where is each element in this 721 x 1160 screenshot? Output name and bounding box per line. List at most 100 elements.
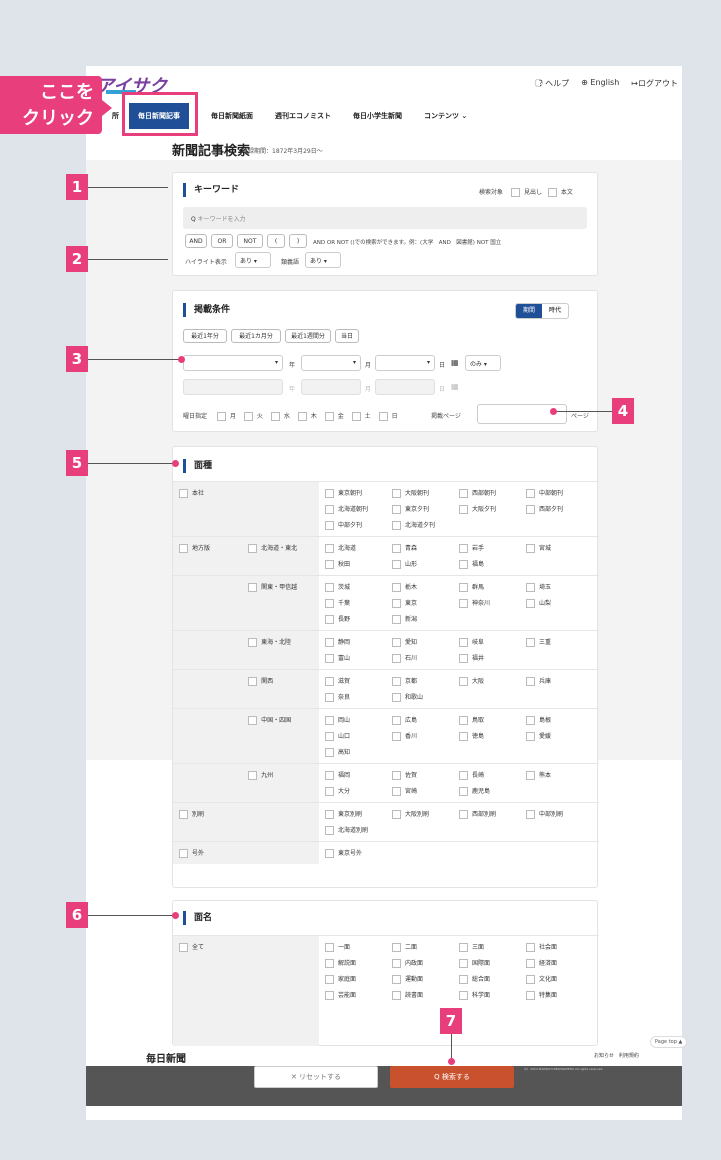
checkbox[interactable]: [325, 771, 334, 780]
area-item[interactable]: 東京号外: [325, 848, 392, 858]
checkbox[interactable]: [459, 943, 468, 952]
checkbox[interactable]: [526, 638, 535, 647]
checkbox[interactable]: [459, 505, 468, 514]
area-item[interactable]: 石川: [392, 653, 459, 663]
men-item[interactable]: 社会面: [526, 942, 593, 952]
area-item[interactable]: 香川: [392, 731, 459, 741]
area-item[interactable]: 東京夕刊: [392, 504, 459, 514]
area-item[interactable]: 福井: [459, 653, 526, 663]
men-item[interactable]: 科学面: [459, 990, 526, 1000]
checkbox[interactable]: [325, 693, 334, 702]
men-item[interactable]: 経済面: [526, 958, 593, 968]
checkbox[interactable]: [392, 693, 401, 702]
area-item[interactable]: 大阪朝刊: [392, 488, 459, 498]
checkbox[interactable]: [526, 771, 535, 780]
checkbox[interactable]: [526, 810, 535, 819]
checkbox[interactable]: [526, 677, 535, 686]
checkbox[interactable]: [392, 943, 401, 952]
checkbox[interactable]: [392, 599, 401, 608]
men-item[interactable]: 国際面: [459, 958, 526, 968]
checkbox[interactable]: [392, 732, 401, 741]
area-item[interactable]: 山形: [392, 559, 459, 569]
men-item[interactable]: 芸能面: [325, 990, 392, 1000]
area-item[interactable]: 大阪夕刊: [459, 504, 526, 514]
checkbox[interactable]: [392, 810, 401, 819]
area-item[interactable]: 栃木: [392, 582, 459, 592]
era-tab[interactable]: 時代: [542, 304, 568, 318]
or-button[interactable]: OR: [211, 234, 233, 248]
area-item[interactable]: 徳島: [459, 731, 526, 741]
end-day-select[interactable]: [375, 379, 435, 395]
checkbox[interactable]: [510, 188, 520, 197]
area-item[interactable]: 大阪: [459, 676, 526, 686]
area-item[interactable]: 福島: [459, 559, 526, 569]
area-item[interactable]: 愛知: [392, 637, 459, 647]
checkbox[interactable]: [392, 975, 401, 984]
area-item[interactable]: 長崎: [459, 770, 526, 780]
checkbox[interactable]: [392, 489, 401, 498]
area-item[interactable]: 岩手: [459, 543, 526, 553]
men-item[interactable]: 総合面: [459, 974, 526, 984]
area-item[interactable]: 西部別刷: [459, 809, 526, 819]
checkbox[interactable]: [179, 849, 188, 858]
checkbox[interactable]: [179, 810, 188, 819]
checkbox[interactable]: [248, 638, 258, 647]
close-paren-button[interactable]: ): [289, 234, 307, 248]
year-select[interactable]: ▾: [183, 355, 283, 371]
checkbox[interactable]: [325, 849, 334, 858]
checkbox[interactable]: [459, 991, 468, 1000]
checkbox[interactable]: [392, 771, 401, 780]
checkbox[interactable]: [392, 583, 401, 592]
area-item[interactable]: 山口: [325, 731, 392, 741]
checkbox[interactable]: [547, 188, 557, 197]
checkbox[interactable]: [325, 732, 334, 741]
area-item[interactable]: 北海道別刷: [325, 825, 392, 835]
nav-item-kids[interactable]: 毎日小学生新聞: [353, 111, 402, 121]
area-item[interactable]: 中部朝刊: [526, 488, 593, 498]
last-year-button[interactable]: 最近1年分: [183, 329, 227, 343]
checkbox[interactable]: [392, 638, 401, 647]
area-item[interactable]: 新潟: [392, 614, 459, 624]
checkbox[interactable]: [459, 810, 468, 819]
checkbox[interactable]: [325, 975, 334, 984]
area-item[interactable]: 福岡: [325, 770, 392, 780]
area-item[interactable]: 大分: [325, 786, 392, 796]
checkbox[interactable]: [459, 959, 468, 968]
area-item[interactable]: 富山: [325, 653, 392, 663]
area-item[interactable]: 青森: [392, 543, 459, 553]
checkbox[interactable]: [325, 599, 334, 608]
checkbox[interactable]: [325, 677, 334, 686]
language-link[interactable]: ⊕ English: [581, 78, 619, 89]
checkbox[interactable]: [459, 771, 468, 780]
and-button[interactable]: AND: [185, 234, 207, 248]
checkbox[interactable]: [351, 412, 361, 421]
checkbox[interactable]: [459, 975, 468, 984]
checkbox[interactable]: [392, 787, 401, 796]
checkbox[interactable]: [526, 716, 535, 725]
area-item[interactable]: 高知: [325, 747, 392, 757]
nav-item-economist[interactable]: 週刊エコノミスト: [275, 111, 331, 121]
checkbox[interactable]: [526, 732, 535, 741]
men-item[interactable]: 家庭面: [325, 974, 392, 984]
area-item[interactable]: 広島: [392, 715, 459, 725]
checkbox[interactable]: [459, 544, 468, 553]
checkbox[interactable]: [248, 716, 258, 725]
checkbox[interactable]: [325, 583, 334, 592]
day-select[interactable]: ▾: [375, 355, 435, 371]
checkbox[interactable]: [248, 771, 258, 780]
checkbox[interactable]: [325, 505, 334, 514]
area-item[interactable]: 静岡: [325, 637, 392, 647]
men-item[interactable]: 運動面: [392, 974, 459, 984]
area-item[interactable]: 鳥取: [459, 715, 526, 725]
checkbox[interactable]: [325, 716, 334, 725]
area-item[interactable]: 中部別刷: [526, 809, 593, 819]
checkbox[interactable]: [216, 412, 226, 421]
area-item[interactable]: 山梨: [526, 598, 593, 608]
checkbox[interactable]: [526, 991, 535, 1000]
last-week-button[interactable]: 最近1週間分: [285, 329, 331, 343]
checkbox[interactable]: [526, 583, 535, 592]
checkbox[interactable]: [325, 521, 334, 530]
checkbox[interactable]: [392, 716, 401, 725]
checkbox[interactable]: [325, 654, 334, 663]
last-month-button[interactable]: 最近1カ月分: [231, 329, 281, 343]
